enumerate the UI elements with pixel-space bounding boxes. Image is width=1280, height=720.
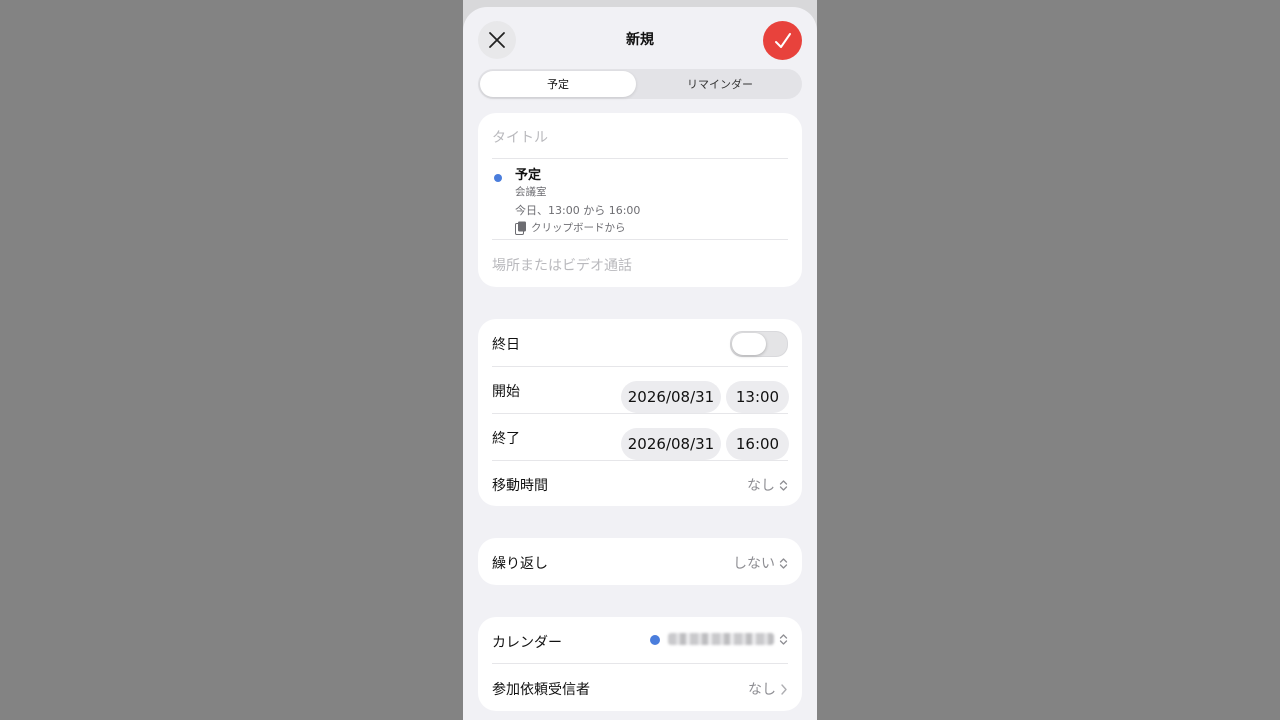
divider — [492, 366, 788, 367]
repeat-card[interactable]: 繰り返し しない — [478, 538, 802, 585]
suggestion-source: クリップボードから — [515, 220, 626, 235]
all-day-label: 終日 — [492, 337, 520, 353]
checkmark-icon — [774, 32, 791, 48]
calendar-color-dot — [650, 635, 660, 645]
repeat-value-text: しない — [733, 556, 775, 572]
suggestion-location: 会議室 — [515, 186, 547, 198]
suggestion-source-text: クリップボードから — [531, 222, 626, 234]
travel-time-value-text: なし — [747, 478, 775, 494]
time-card: 終日 開始 2026/08/31 13:00 終了 2026/08/31 16:… — [478, 319, 802, 506]
divider — [492, 158, 788, 159]
chevron-up-down-icon — [779, 634, 788, 645]
start-date-button[interactable]: 2026/08/31 — [621, 381, 721, 413]
divider — [492, 413, 788, 414]
done-button[interactable] — [763, 21, 802, 60]
travel-time-label: 移動時間 — [492, 478, 548, 494]
segment-reminder[interactable]: リマインダー — [640, 71, 800, 97]
event-type-segment: 予定 リマインダー — [478, 69, 802, 99]
segment-event[interactable]: 予定 — [480, 71, 636, 97]
all-day-toggle[interactable] — [730, 331, 788, 357]
toggle-knob — [732, 333, 766, 355]
divider — [492, 239, 788, 240]
start-time-button[interactable]: 13:00 — [726, 381, 789, 413]
travel-time-value[interactable]: なし — [747, 475, 788, 495]
start-label: 開始 — [492, 384, 520, 400]
divider — [492, 663, 788, 664]
title-input[interactable]: タイトル — [492, 127, 548, 147]
location-input[interactable]: 場所またはビデオ通話 — [492, 255, 632, 275]
clipboard-icon — [515, 221, 526, 235]
chevron-up-down-icon — [779, 479, 788, 491]
chevron-right-icon — [781, 683, 787, 695]
calendar-name-redacted — [668, 633, 774, 645]
invitees-value-text: なし — [748, 682, 776, 698]
calendar-card: カレンダー 参加依頼受信者 なし — [478, 617, 802, 711]
calendar-dot — [494, 174, 502, 182]
repeat-label: 繰り返し — [492, 556, 548, 572]
suggestion-time: 今日、13:00 から 16:00 — [515, 204, 641, 217]
end-time-button[interactable]: 16:00 — [726, 428, 789, 460]
suggestion-name: 予定 — [515, 168, 542, 183]
event-info-card: タイトル 予定 会議室 今日、13:00 から 16:00 クリップボードから … — [478, 113, 802, 287]
new-event-sheet: 新規 予定 リマインダー タイトル 予定 会議室 今日、13:00 から 16:… — [463, 7, 817, 720]
chevron-up-down-icon — [779, 557, 788, 569]
calendar-label: カレンダー — [492, 635, 562, 651]
invitees-value[interactable]: なし — [748, 679, 788, 699]
divider — [492, 460, 788, 461]
repeat-value[interactable]: しない — [733, 553, 788, 573]
end-label: 終了 — [492, 431, 520, 447]
phone-screen: 新規 予定 リマインダー タイトル 予定 会議室 今日、13:00 から 16:… — [463, 0, 817, 720]
invitees-label: 参加依頼受信者 — [492, 682, 590, 698]
end-date-button[interactable]: 2026/08/31 — [621, 428, 721, 460]
